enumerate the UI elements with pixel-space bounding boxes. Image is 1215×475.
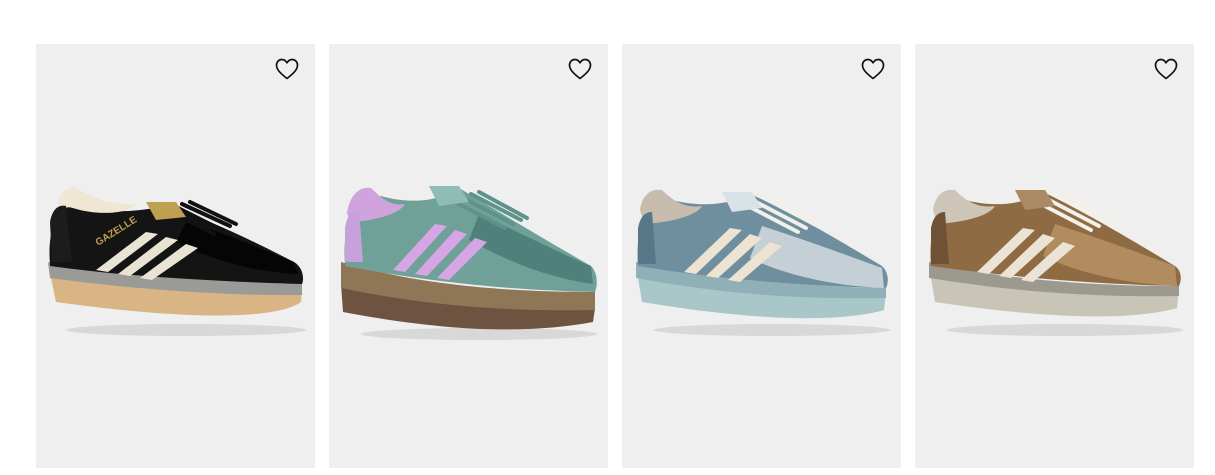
product-card[interactable] [622, 44, 901, 468]
product-card[interactable] [915, 44, 1194, 468]
product-image[interactable] [329, 162, 608, 362]
heart-outline-icon [861, 58, 885, 80]
product-image[interactable]: GAZELLE [36, 162, 315, 362]
heart-outline-icon [1154, 58, 1178, 80]
favorite-button[interactable] [860, 57, 886, 81]
favorite-button[interactable] [274, 57, 300, 81]
product-card[interactable] [329, 44, 608, 468]
favorite-button[interactable] [1153, 57, 1179, 81]
product-image[interactable] [915, 162, 1194, 362]
product-grid: GAZELLE [0, 0, 1215, 475]
product-card[interactable]: GAZELLE [36, 44, 315, 468]
product-image[interactable] [622, 162, 901, 362]
favorite-button[interactable] [567, 57, 593, 81]
heart-outline-icon [568, 58, 592, 80]
heart-outline-icon [275, 58, 299, 80]
